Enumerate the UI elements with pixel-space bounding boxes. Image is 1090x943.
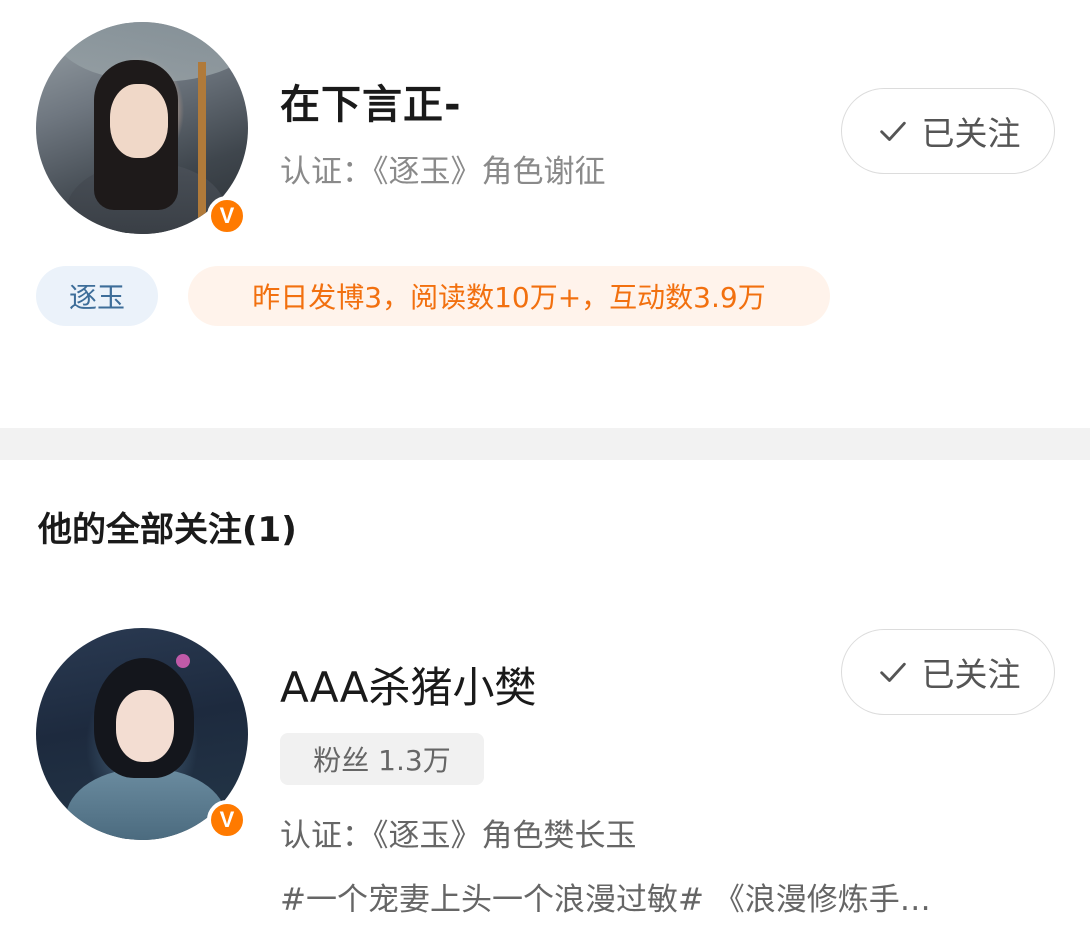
avatar-face xyxy=(116,690,174,762)
following-section-title: 他的全部关注(1) xyxy=(38,510,297,550)
profile-verification: 认证：《逐玉》角色谢征 xyxy=(280,154,606,190)
avatar-face xyxy=(110,84,168,158)
topic-tag[interactable]: 逐玉 xyxy=(36,266,158,326)
follow-button[interactable]: 已关注 xyxy=(841,629,1055,715)
verified-v-icon: V xyxy=(207,800,247,840)
following-name[interactable]: AAA杀猪小樊 xyxy=(280,654,537,715)
profile-name: 在下言正- xyxy=(280,82,462,128)
fans-count-badge: 粉丝 1.3万 xyxy=(280,733,484,785)
stats-tag: 昨日发博3，阅读数10万+，互动数3.9万 xyxy=(188,266,830,326)
avatar-umbrella-pole xyxy=(198,62,206,232)
avatar-hair-flower xyxy=(176,654,190,668)
profile-header: V 在下言正- 认证：《逐玉》角色谢征 已关注 逐玉 昨日发博3，阅读数10万+… xyxy=(0,0,1090,428)
follow-button[interactable]: 已关注 xyxy=(841,88,1055,174)
check-icon xyxy=(879,121,906,141)
following-verification: 认证：《逐玉》角色樊长玉 xyxy=(280,818,637,854)
section-divider xyxy=(0,428,1090,460)
verified-v-icon: V xyxy=(207,196,247,236)
follow-button-label: 已关注 xyxy=(921,655,1021,694)
follow-button-label: 已关注 xyxy=(921,114,1021,153)
check-icon xyxy=(879,662,906,682)
following-description: #一个宠妻上头一个浪漫过敏# 《浪漫修炼手… xyxy=(280,882,931,918)
avatar-robe xyxy=(66,768,226,840)
